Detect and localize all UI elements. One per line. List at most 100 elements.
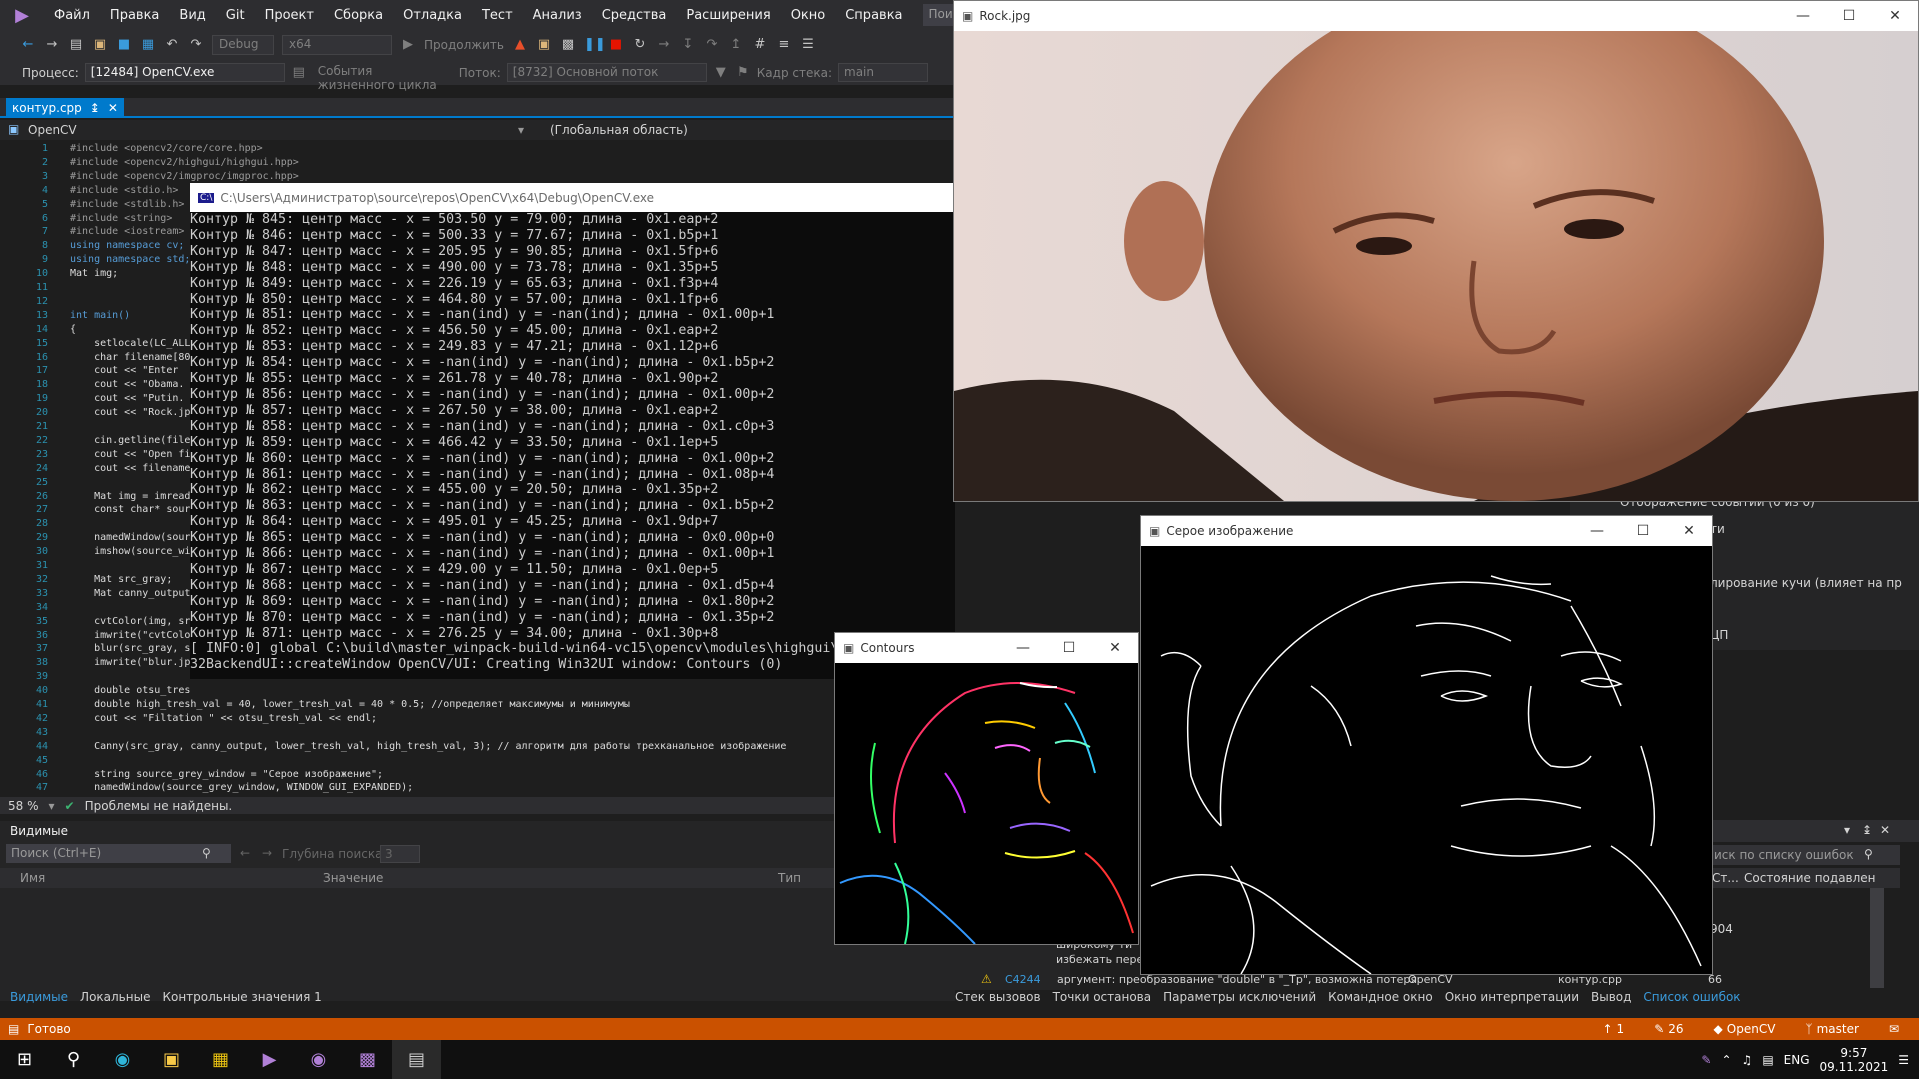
- save-all-icon[interactable]: ▦: [140, 37, 156, 53]
- autos-search-input[interactable]: Поиск (Ctrl+E): [6, 844, 231, 863]
- close-icon[interactable]: ✕: [108, 101, 118, 115]
- repository-name[interactable]: OpenCV: [1727, 1022, 1776, 1036]
- menu-file[interactable]: Файл: [44, 8, 100, 23]
- code-line[interactable]: #include <string>: [70, 213, 172, 224]
- minimize-icon[interactable]: —: [1574, 523, 1620, 539]
- menu-test[interactable]: Тест: [472, 8, 523, 23]
- tab-locals[interactable]: Локальные: [80, 990, 150, 1010]
- notifications-icon[interactable]: ☰: [1898, 1053, 1909, 1067]
- rock-image-window[interactable]: ▣ Rock.jpg — ☐ ✕: [953, 0, 1919, 502]
- hot-reload-icon[interactable]: ▲: [512, 37, 528, 53]
- thread-dropdown[interactable]: [8732] Основной поток: [506, 63, 707, 82]
- speaker-icon[interactable]: ♫: [1742, 1053, 1753, 1067]
- code-line[interactable]: Mat img;: [70, 268, 118, 279]
- menu-analyze[interactable]: Анализ: [523, 8, 592, 23]
- code-line[interactable]: imwrite("blur.jp: [70, 657, 190, 668]
- configuration-dropdown[interactable]: Debug: [212, 35, 274, 55]
- minimize-icon[interactable]: —: [1780, 8, 1826, 24]
- code-line[interactable]: Mat canny_output: [70, 588, 190, 599]
- new-project-icon[interactable]: ▤: [68, 37, 84, 53]
- redo-icon[interactable]: ↷: [188, 37, 204, 53]
- pin-icon[interactable]: ↨: [90, 101, 100, 115]
- comment-icon[interactable]: ☰: [800, 37, 816, 53]
- save-icon[interactable]: ■: [116, 37, 132, 53]
- code-line[interactable]: string source_grey_window = "Серое изобр…: [70, 769, 383, 780]
- code-line[interactable]: imshow(source_wi: [70, 546, 190, 557]
- menu-help[interactable]: Справка: [835, 8, 912, 23]
- code-line[interactable]: #include <stdio.h>: [70, 185, 178, 196]
- show-next-statement-icon[interactable]: →: [656, 37, 672, 53]
- pin-icon[interactable]: ▾: [1844, 823, 1850, 837]
- changes-count[interactable]: 26: [1668, 1022, 1683, 1036]
- code-line[interactable]: using namespace std;: [70, 254, 190, 265]
- opencv-window-icon[interactable]: ▤: [392, 1040, 441, 1079]
- console-window[interactable]: C:\ C:\Users\Администратор\source\repos\…: [190, 183, 955, 679]
- stack-frame-dropdown[interactable]: main: [838, 63, 928, 82]
- menu-debug[interactable]: Отладка: [393, 8, 472, 23]
- sticky-app-icon[interactable]: ▦: [196, 1040, 245, 1079]
- project-dropdown[interactable]: OpenCV: [28, 123, 77, 137]
- tab-autos[interactable]: Видимые: [10, 990, 68, 1010]
- code-line[interactable]: int main(): [70, 310, 130, 321]
- continue-button[interactable]: Продолжить: [424, 38, 504, 52]
- tab-immediate-window[interactable]: Окно интерпретации: [1445, 990, 1579, 1010]
- code-line[interactable]: cout << "Rock.jp: [70, 407, 190, 418]
- tab-watch-1[interactable]: Контрольные значения 1: [162, 990, 321, 1010]
- maximize-icon[interactable]: ☐: [1826, 8, 1872, 24]
- branch-name[interactable]: master: [1817, 1022, 1859, 1036]
- threads-icon[interactable]: ≡: [776, 37, 792, 53]
- language-indicator[interactable]: ENG: [1784, 1053, 1810, 1067]
- code-line[interactable]: using namespace cv;: [70, 240, 184, 251]
- platform-dropdown[interactable]: x64: [282, 35, 392, 55]
- search-depth-input[interactable]: 3: [380, 845, 420, 863]
- console-title-bar[interactable]: C:\ C:\Users\Администратор\source\repos\…: [190, 183, 955, 212]
- back-arrow-icon[interactable]: ←: [240, 846, 250, 860]
- code-line[interactable]: #include <opencv2/core/core.hpp>: [70, 143, 263, 154]
- file-explorer-icon[interactable]: ▣: [147, 1040, 196, 1079]
- tab-breakpoints[interactable]: Точки останова: [1053, 990, 1152, 1010]
- menu-edit[interactable]: Правка: [100, 8, 169, 23]
- maximize-icon[interactable]: ☐: [1620, 523, 1666, 539]
- unpushed-count[interactable]: 1: [1617, 1022, 1625, 1036]
- code-line[interactable]: char filename[80: [70, 352, 190, 363]
- search-icon[interactable]: ⚲: [1864, 847, 1873, 861]
- code-line[interactable]: namedWindow(source_grey_window, WINDOW_G…: [70, 782, 413, 793]
- restart-icon[interactable]: ↻: [632, 37, 648, 53]
- step-over-icon[interactable]: ↷: [704, 37, 720, 53]
- code-line[interactable]: namedWindow(sour: [70, 532, 190, 543]
- pen-tray-icon[interactable]: ✎: [1701, 1053, 1711, 1067]
- scope-dropdown[interactable]: (Глобальная область): [550, 123, 688, 137]
- close-icon[interactable]: ✕: [1092, 640, 1138, 656]
- tab-kontur-cpp[interactable]: контур.cpp ↨ ✕: [6, 98, 124, 118]
- code-line[interactable]: setlocale(LC_ALL: [70, 338, 190, 349]
- minimize-icon[interactable]: —: [1000, 640, 1046, 656]
- column-type[interactable]: Тип: [778, 871, 801, 885]
- continue-play-icon[interactable]: ▶: [400, 37, 416, 53]
- pause-icon[interactable]: ❚❚: [584, 37, 606, 53]
- open-folder-icon[interactable]: ▣: [92, 37, 108, 53]
- menu-extensions[interactable]: Расширения: [676, 8, 780, 23]
- code-line[interactable]: {: [70, 324, 76, 335]
- step-into-icon[interactable]: ↧: [680, 37, 696, 53]
- visual-studio-logo-icon[interactable]: ▶: [0, 0, 44, 30]
- forward-arrow-icon[interactable]: →: [262, 846, 272, 860]
- back-arrow-icon[interactable]: ←: [20, 37, 36, 53]
- screenshot-icon[interactable]: ▩: [560, 37, 576, 53]
- windows-start-icon[interactable]: ⊞: [0, 1040, 49, 1079]
- code-line[interactable]: #include <stdlib.h>: [70, 199, 184, 210]
- code-line[interactable]: cout << "Obama.: [70, 379, 184, 390]
- column-suppression-state[interactable]: Состояние подавлен: [1744, 871, 1876, 885]
- rock-window-title-bar[interactable]: ▣ Rock.jpg — ☐ ✕: [954, 1, 1918, 31]
- branch-icon[interactable]: ᛉ: [1805, 1022, 1812, 1036]
- tab-exception-settings[interactable]: Параметры исключений: [1163, 990, 1316, 1010]
- column-value[interactable]: Значение: [323, 871, 383, 885]
- code-line[interactable]: cout << "Enter: [70, 365, 178, 376]
- forward-arrow-icon[interactable]: →: [44, 37, 60, 53]
- flag-icon[interactable]: ⚑: [735, 65, 751, 81]
- network-icon[interactable]: ▤: [1762, 1053, 1773, 1067]
- code-line[interactable]: Canny(src_gray, canny_output, lower_tres…: [70, 741, 786, 752]
- code-line[interactable]: Mat img = imread: [70, 491, 190, 502]
- menu-tools[interactable]: Средства: [592, 8, 677, 23]
- step-out-icon[interactable]: ↥: [728, 37, 744, 53]
- code-line[interactable]: const char* sour: [70, 504, 190, 515]
